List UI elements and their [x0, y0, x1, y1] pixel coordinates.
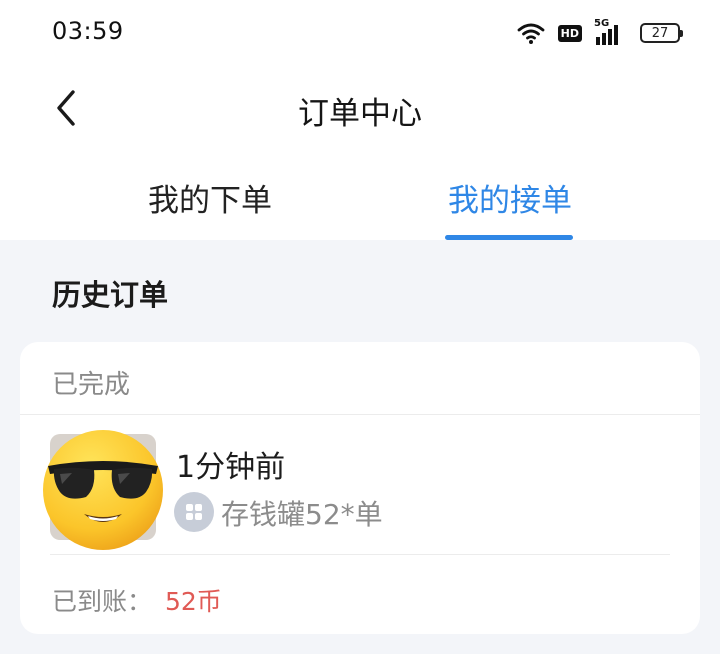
order-card[interactable]: 已完成 1分钟前 存钱罐52*单 已到账： 52币: [20, 342, 700, 634]
battery-level: 27: [651, 25, 669, 41]
status-time: 03:59: [52, 17, 124, 45]
inner-divider: [50, 554, 670, 555]
arrived-amount: 52币: [165, 587, 222, 616]
order-time: 1分钟前: [176, 450, 286, 485]
order-status: 已完成: [52, 370, 131, 400]
wifi-icon: [517, 23, 545, 44]
section-title: 历史订单: [52, 278, 169, 312]
piggy-bank-icon: [174, 492, 214, 532]
signal-bars: [596, 25, 618, 45]
tab-my-received-orders[interactable]: 我的接单: [390, 175, 630, 220]
arrived-label: 已到账：: [52, 587, 153, 616]
hd-icon: HD: [557, 24, 582, 42]
cool-sunglasses-emoji: [43, 430, 163, 550]
app-header-area: 03:59 HD 5G 27 订单中心 我的下单 我的接单: [0, 0, 720, 240]
status-icons: HD 5G 27: [516, 18, 683, 48]
active-tab-indicator: [445, 235, 573, 240]
signal-5g-icon: 5G: [594, 18, 628, 45]
tab-my-placed-orders[interactable]: 我的下单: [90, 175, 330, 220]
order-name: 存钱罐52*单: [221, 498, 383, 531]
card-divider: [20, 414, 700, 415]
page-title: 订单中心: [298, 96, 422, 132]
battery-icon: 27: [640, 23, 683, 43]
